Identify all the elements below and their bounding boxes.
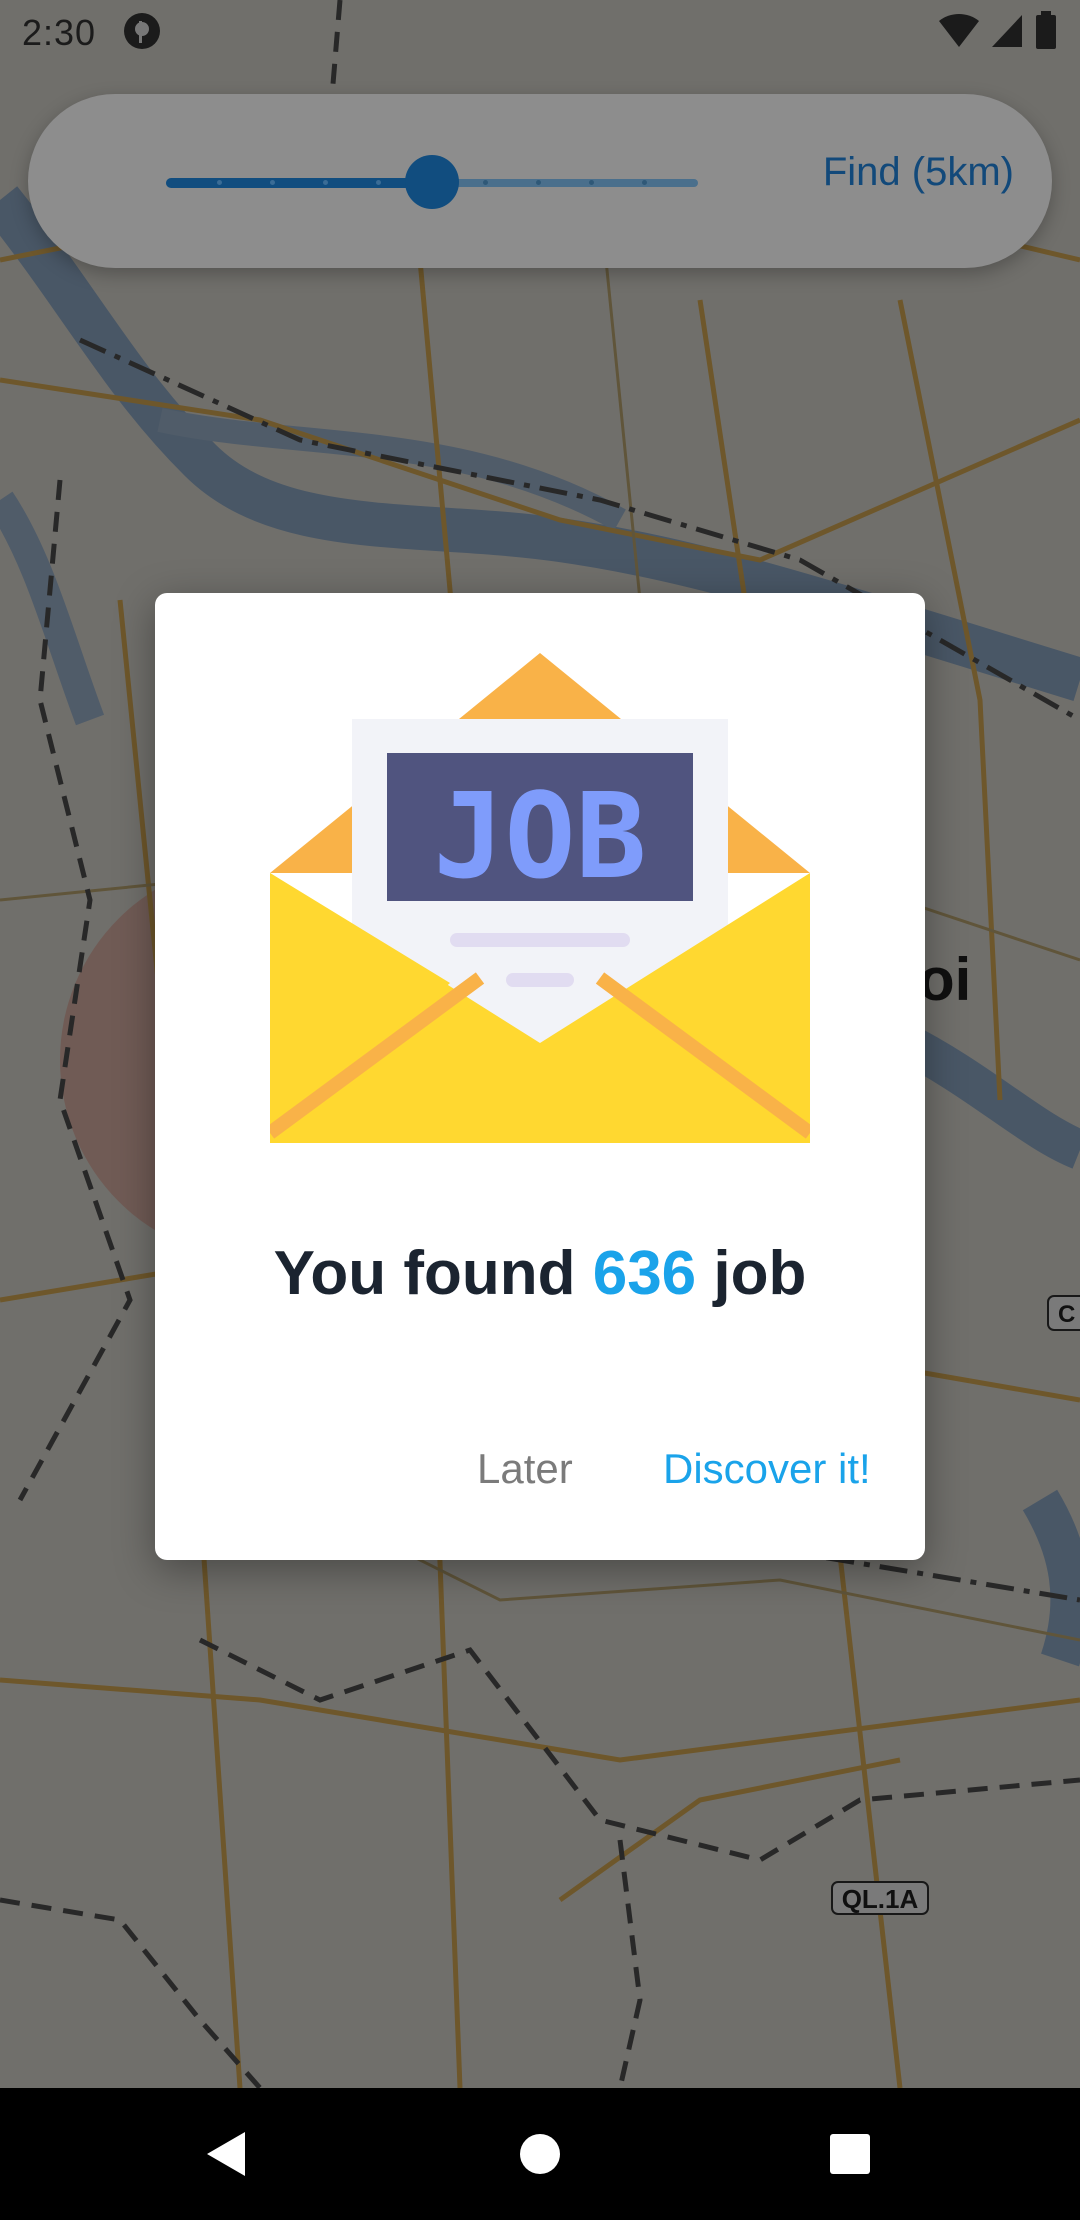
headline-suffix: job [696, 1239, 807, 1308]
later-button[interactable]: Later [477, 1445, 573, 1493]
status-bar: 2:30 [0, 0, 1080, 66]
slider-active-track [166, 178, 432, 188]
distance-slider[interactable] [136, 155, 698, 209]
slider-tick [535, 180, 541, 185]
headline-prefix: You found [273, 1239, 593, 1308]
job-count: 636 [592, 1239, 697, 1308]
notification-app-icon [122, 11, 162, 56]
find-button[interactable]: Find (5km) [823, 150, 1014, 195]
svg-text:JOB: JOB [433, 767, 646, 905]
recents-icon [830, 2134, 870, 2174]
back-button[interactable] [157, 2088, 297, 2220]
job-envelope-icon: JOB [270, 653, 810, 1143]
cell-signal-icon [990, 13, 1024, 54]
home-icon [520, 2134, 560, 2174]
home-button[interactable] [470, 2088, 610, 2220]
range-search-card: Find (5km) [28, 94, 1052, 268]
status-time: 2:30 [22, 12, 97, 53]
discover-button[interactable]: Discover it! [663, 1445, 871, 1493]
battery-icon [1034, 10, 1058, 56]
jobs-found-dialog: JOB You found 636 job Later Discover it! [155, 593, 925, 1560]
wifi-icon [938, 13, 980, 54]
slider-thumb[interactable] [405, 155, 459, 209]
slider-tick [482, 180, 488, 185]
slider-tick [216, 180, 222, 185]
back-icon [207, 2132, 245, 2176]
system-navigation-bar [0, 2088, 1080, 2220]
slider-tick [269, 180, 275, 185]
results-headline: You found 636 job [155, 1238, 925, 1309]
recents-button[interactable] [780, 2088, 920, 2220]
